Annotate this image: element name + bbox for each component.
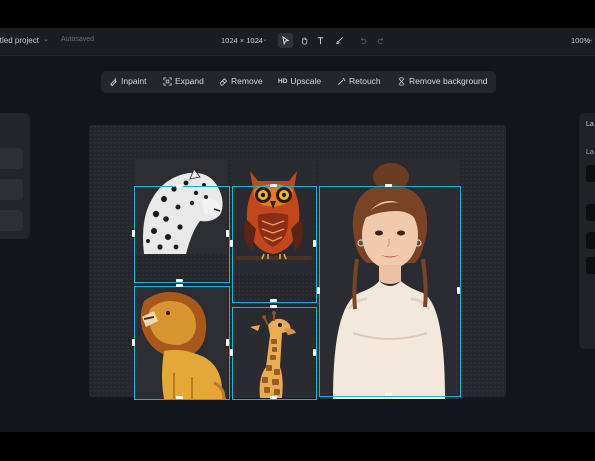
left-panel-item[interactable] xyxy=(0,148,23,169)
right-panel: La La xyxy=(579,113,595,349)
left-panel-item[interactable] xyxy=(0,179,23,200)
resize-handle[interactable] xyxy=(313,240,316,247)
resize-handle[interactable] xyxy=(385,184,392,187)
brush-tool-button[interactable] xyxy=(332,33,347,48)
resize-handle[interactable] xyxy=(317,287,320,294)
hand-tool-button[interactable] xyxy=(297,33,312,48)
resize-handle[interactable] xyxy=(313,349,316,356)
resize-handle[interactable] xyxy=(385,393,392,396)
resize-handle[interactable] xyxy=(270,299,277,302)
top-bar: itled project ⌄ Autosaved 1024 × 1024 ⌄ … xyxy=(0,28,595,56)
left-panel xyxy=(0,113,30,239)
resize-handle[interactable] xyxy=(230,349,233,356)
chevron-down-icon[interactable]: ⌄ xyxy=(588,35,594,43)
portrait-illustration xyxy=(333,163,445,399)
chevron-down-icon[interactable]: ⌄ xyxy=(262,35,268,43)
layers-heading: La xyxy=(586,121,594,128)
inpaint-icon xyxy=(110,77,117,86)
lion-illustration xyxy=(140,291,226,399)
left-panel-item[interactable] xyxy=(0,210,23,231)
canvas[interactable] xyxy=(89,125,506,400)
save-status: Autosaved xyxy=(61,36,95,43)
layer-row[interactable] xyxy=(586,257,595,274)
resize-handle[interactable] xyxy=(132,339,135,346)
lion-image[interactable] xyxy=(134,287,228,399)
layer-row[interactable] xyxy=(586,165,595,182)
eraser-icon xyxy=(219,77,228,86)
resize-handle[interactable] xyxy=(176,184,183,187)
retouch-button[interactable]: Retouch xyxy=(337,76,381,86)
giraffe-image[interactable] xyxy=(232,307,315,398)
resize-handle[interactable] xyxy=(270,396,277,399)
remove-background-icon xyxy=(398,76,405,86)
expand-button[interactable]: Expand xyxy=(163,76,204,86)
giraffe-illustration xyxy=(250,311,296,398)
hd-icon: HD xyxy=(278,77,288,85)
layers-subheading: La xyxy=(586,149,594,156)
remove-background-button[interactable]: Remove background xyxy=(397,76,487,86)
resize-handle[interactable] xyxy=(226,339,229,346)
inpaint-label: Inpaint xyxy=(121,76,147,86)
expand-icon xyxy=(163,76,172,86)
resize-handle[interactable] xyxy=(176,279,183,282)
editor-app: itled project ⌄ Autosaved 1024 × 1024 ⌄ … xyxy=(0,28,595,432)
layer-row[interactable] xyxy=(586,204,595,221)
magic-wand-icon xyxy=(338,77,346,85)
select-tool-button[interactable] xyxy=(278,33,293,48)
resize-handle[interactable] xyxy=(270,305,277,308)
resize-handle[interactable] xyxy=(457,287,460,294)
remove-label: Remove xyxy=(231,76,263,86)
leopard-image[interactable] xyxy=(134,159,228,254)
text-tool-button[interactable] xyxy=(313,33,328,48)
project-title[interactable]: itled project xyxy=(0,36,39,45)
text-tool-icon xyxy=(317,37,324,45)
owl-illustration xyxy=(236,171,312,260)
resize-handle[interactable] xyxy=(176,284,183,287)
inpaint-button[interactable]: Inpaint xyxy=(109,76,147,86)
hand-icon xyxy=(301,37,308,45)
remove-background-label: Remove background xyxy=(409,76,488,86)
retouch-label: Retouch xyxy=(349,76,381,86)
select-icon xyxy=(282,36,290,45)
undo-icon xyxy=(360,37,366,44)
layer-row[interactable] xyxy=(586,232,595,249)
leopard-illustration xyxy=(143,168,223,254)
upscale-button[interactable]: HD Upscale xyxy=(278,76,321,86)
remove-button[interactable]: Remove xyxy=(219,76,263,86)
owl-image[interactable] xyxy=(232,159,315,274)
redo-icon xyxy=(377,37,383,44)
resize-handle[interactable] xyxy=(226,230,229,237)
resize-handle[interactable] xyxy=(132,230,135,237)
brush-icon xyxy=(336,37,343,45)
resize-handle[interactable] xyxy=(230,240,233,247)
resize-handle[interactable] xyxy=(176,396,183,399)
expand-label: Expand xyxy=(175,76,204,86)
chevron-down-icon[interactable]: ⌄ xyxy=(43,35,49,43)
upscale-label: Upscale xyxy=(290,76,322,86)
portrait-image[interactable] xyxy=(319,159,459,399)
undo-button[interactable] xyxy=(355,33,370,48)
redo-button[interactable] xyxy=(373,33,388,48)
ai-toolbar: Inpaint Expand Remove HD Upscale Retouch… xyxy=(101,71,496,93)
resize-handle[interactable] xyxy=(270,184,277,187)
canvas-size-selector[interactable]: 1024 × 1024 xyxy=(221,36,263,45)
